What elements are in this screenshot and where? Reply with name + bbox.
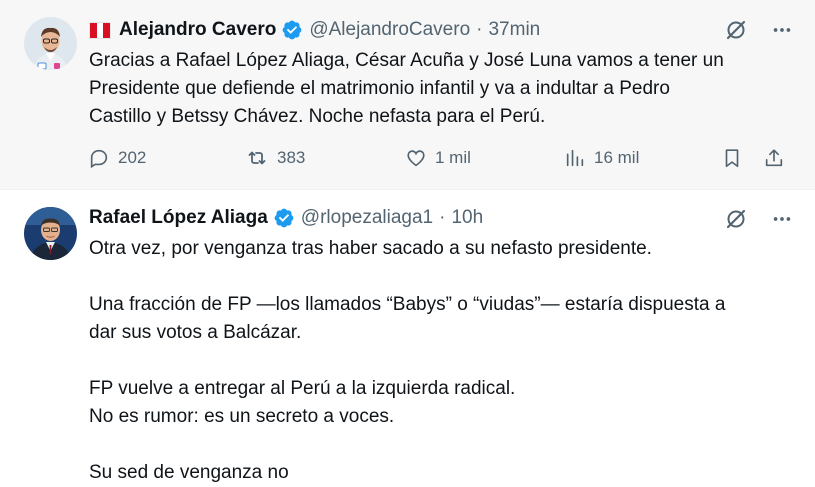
- tweet-rafael-lopez-aliaga[interactable]: Rafael López Aliaga @rlopezaliaga1 · 10h…: [0, 190, 815, 483]
- tweet-line: No es rumor: es un secreto a voces.: [89, 406, 395, 427]
- share-button[interactable]: [763, 145, 785, 171]
- reply-bubble-icon: [90, 149, 108, 169]
- reply-button[interactable]: 202: [88, 145, 146, 171]
- tweet-time[interactable]: 10h: [451, 207, 483, 229]
- views-bars-icon: [566, 149, 584, 167]
- author-handle[interactable]: @AlejandroCavero: [309, 19, 470, 41]
- share-upload-icon: [765, 149, 783, 167]
- author-name[interactable]: Alejandro Cavero: [119, 19, 276, 41]
- verified-badge-icon: [282, 20, 302, 40]
- peru-flag-icon: [89, 21, 111, 39]
- repost-count: 383: [277, 148, 306, 167]
- tweet-line: Presidente que defiende el matrimonio in…: [89, 78, 670, 99]
- like-button[interactable]: 1 mil: [405, 145, 471, 171]
- repost-button[interactable]: 383: [245, 145, 305, 171]
- avatar[interactable]: [24, 17, 77, 70]
- bookmark-icon: [725, 149, 739, 168]
- tweet-line: Su sed de venganza no: [89, 462, 289, 483]
- author-name[interactable]: Rafael López Aliaga: [89, 207, 268, 229]
- tweet-action-bar: 202 383 1 mil 16 mil: [88, 145, 793, 171]
- reply-count: 202: [118, 148, 147, 167]
- views-count: 16 mil: [594, 148, 640, 167]
- tweet-line: Una fracción de FP —los llamados “Babys”…: [89, 294, 726, 315]
- tweet-time[interactable]: 37min: [488, 19, 540, 41]
- grok-slash-icon[interactable]: [723, 17, 749, 43]
- tweet-header: Rafael López Aliaga @rlopezaliaga1 · 10h: [89, 206, 483, 230]
- grok-slash-icon[interactable]: [723, 206, 749, 232]
- tweet-line: Castillo y Betssy Chávez. Noche nefasta …: [89, 106, 546, 127]
- heart-icon: [407, 150, 425, 167]
- author-handle[interactable]: @rlopezaliaga1: [301, 207, 433, 229]
- verified-badge-icon: [274, 208, 294, 228]
- avatar[interactable]: [24, 207, 77, 260]
- tweet-line: FP vuelve a entregar al Perú a la izquie…: [89, 378, 516, 399]
- tweet-text: Gracias a Rafael López Aliaga, César Acu…: [89, 47, 789, 131]
- repost-arrows-icon: [248, 151, 266, 165]
- tweet-header: Alejandro Cavero @AlejandroCavero · 37mi…: [89, 18, 540, 42]
- separator-dot: ·: [476, 19, 483, 40]
- tweet-line: dar sus votos a Balcázar.: [89, 322, 302, 343]
- tweet-text: Otra vez, por venganza tras haber sacado…: [89, 235, 789, 487]
- separator-dot: ·: [439, 207, 446, 228]
- views-button[interactable]: 16 mil: [564, 145, 639, 171]
- like-count: 1 mil: [435, 148, 471, 167]
- more-dots-icon[interactable]: [769, 17, 795, 43]
- tweet-line: Otra vez, por venganza tras haber sacado…: [89, 238, 652, 259]
- tweet-line: Gracias a Rafael López Aliaga, César Acu…: [89, 50, 724, 71]
- tweet-alejandro-cavero[interactable]: Alejandro Cavero @AlejandroCavero · 37mi…: [0, 0, 815, 190]
- bookmark-button[interactable]: [721, 145, 743, 171]
- tweet-top-actions: [723, 206, 795, 232]
- tweet-top-actions: [723, 17, 795, 43]
- more-dots-icon[interactable]: [769, 206, 795, 232]
